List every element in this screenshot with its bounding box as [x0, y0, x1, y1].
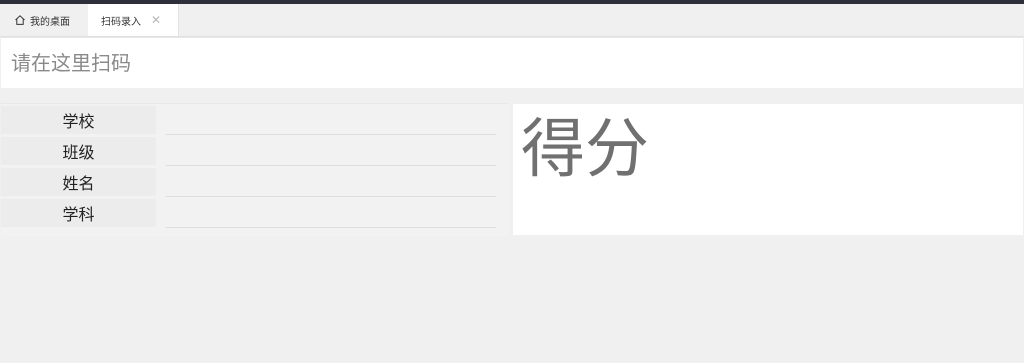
home-icon — [15, 15, 25, 25]
tab-scan-entry[interactable]: 扫码录入 ✕ — [88, 4, 179, 36]
info-row-school: 学校 — [1, 104, 509, 135]
school-label: 学校 — [1, 106, 156, 134]
subject-value — [166, 197, 496, 228]
scan-input[interactable] — [1, 38, 1023, 88]
score-panel: 得分 — [513, 104, 1023, 235]
name-label: 姓名 — [1, 168, 156, 196]
scan-bar — [1, 37, 1023, 88]
score-label: 得分 — [521, 113, 649, 187]
student-info-panel: 学校 班级 姓名 学科 — [1, 103, 509, 236]
class-value — [166, 135, 496, 166]
school-value — [166, 104, 496, 135]
name-value — [166, 166, 496, 197]
close-icon[interactable]: ✕ — [151, 14, 161, 26]
tab-scan-entry-label: 扫码录入 — [101, 16, 141, 28]
info-row-subject: 学科 — [1, 197, 509, 228]
subject-label: 学科 — [1, 199, 156, 227]
tab-bar: 我的桌面 扫码录入 ✕ — [0, 4, 1024, 37]
class-label: 班级 — [1, 137, 156, 165]
info-row-name: 姓名 — [1, 166, 509, 197]
tab-my-desktop-label: 我的桌面 — [30, 16, 70, 28]
info-row-class: 班级 — [1, 135, 509, 166]
tab-my-desktop[interactable]: 我的桌面 — [0, 4, 88, 36]
